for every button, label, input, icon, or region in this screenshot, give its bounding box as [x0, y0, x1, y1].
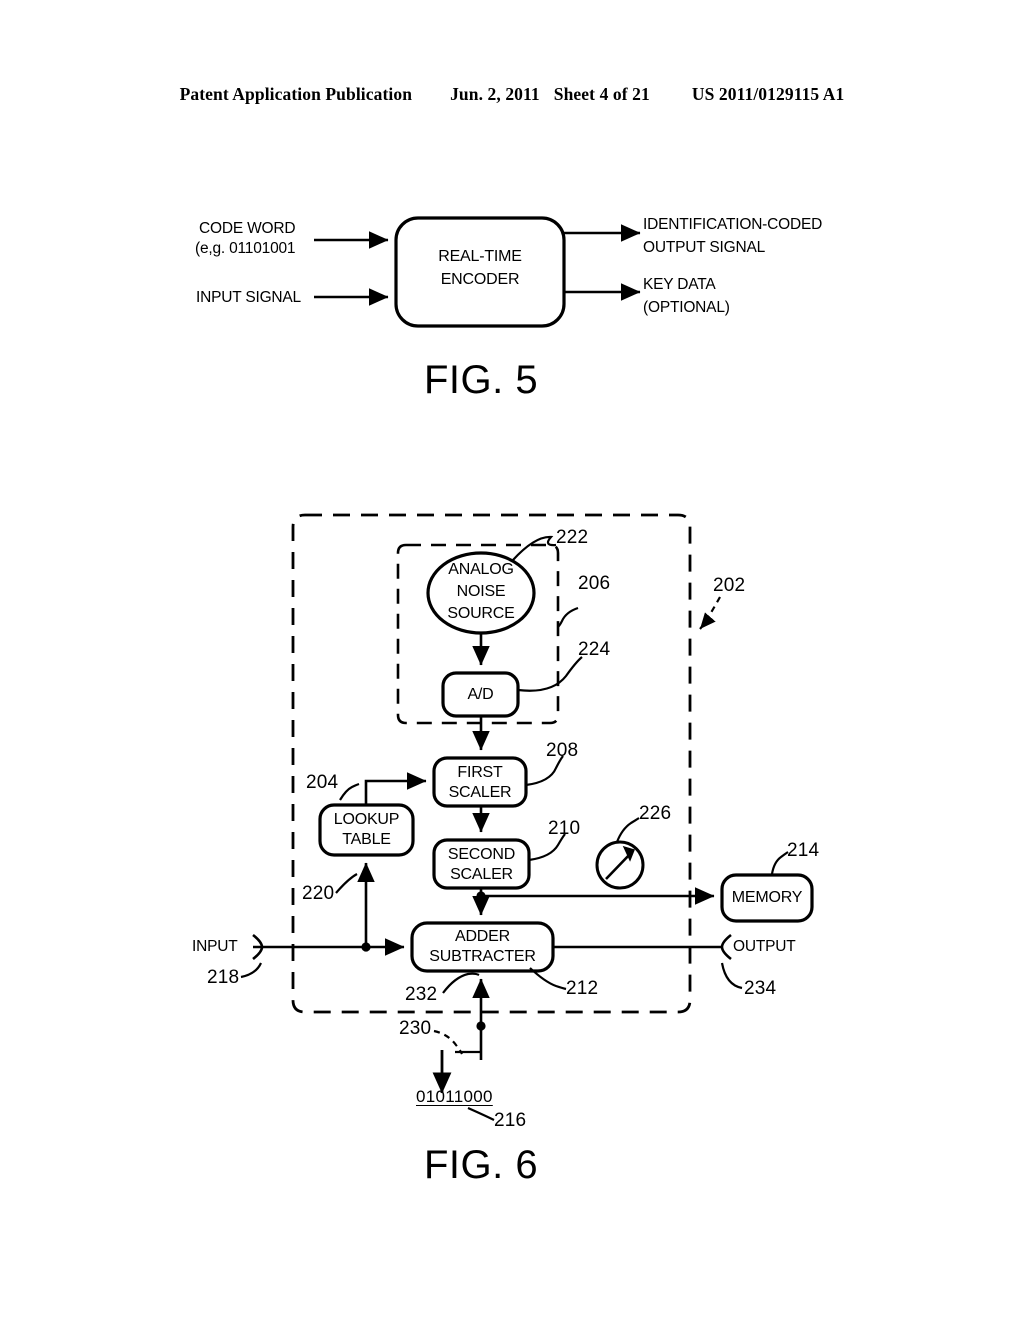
ref-226: 226	[639, 803, 672, 824]
fig6-noise-source-label-line2: NOISE	[456, 583, 506, 600]
fig6-output-port-label: OUTPUT	[733, 938, 796, 955]
fig6-first-scaler-label-line2: SCALER	[448, 784, 512, 801]
leader-222	[512, 535, 557, 561]
input-port-bracket	[252, 933, 264, 961]
ref-202: 202	[713, 575, 746, 596]
fig6-second-scaler-label-line2: SCALER	[450, 866, 513, 883]
ref-230: 230	[399, 1018, 432, 1039]
leader-220	[335, 873, 358, 894]
fig6-memory-label: MEMORY	[731, 889, 803, 906]
fig6-code-word: 01011000	[416, 1087, 493, 1106]
ref-232: 232	[405, 984, 438, 1005]
fig5-key-data-label-line1: KEY DATA	[643, 276, 716, 293]
fig6-lookup-table-label-line1: LOOKUP	[333, 811, 400, 828]
leader-206	[557, 606, 579, 628]
fig6-noise-source-label-line3: SOURCE	[447, 605, 515, 622]
header-publication: Patent Application Publication	[179, 84, 413, 104]
fig6-adder-label-line2: SUBTRACTER	[429, 948, 536, 965]
fig6-second-scaler-label-line1: SECOND	[447, 846, 516, 863]
fig6-meter-shape	[595, 840, 645, 890]
fig6-adder-label-line1: ADDER	[454, 928, 510, 945]
page-header: Patent Application Publication Jun. 2, 2…	[0, 84, 1024, 105]
ref-218: 218	[207, 967, 240, 988]
fig5-input-signal-label: INPUT SIGNAL	[196, 289, 301, 306]
ref-204: 204	[306, 772, 339, 793]
fig6-noise-source-label-line1: ANALOG	[448, 561, 514, 578]
ref-208: 208	[546, 740, 579, 761]
leader-232	[442, 972, 480, 994]
ref-210: 210	[548, 818, 581, 839]
ref-220: 220	[302, 883, 335, 904]
ref-234: 234	[744, 978, 777, 999]
fig6-meter-needle	[605, 852, 632, 880]
ref-216: 216	[494, 1110, 527, 1131]
leader-202	[699, 596, 721, 630]
leader-214	[770, 851, 789, 875]
fig6-lookup-table-label-line2: TABLE	[342, 831, 391, 848]
ref-212: 212	[566, 978, 599, 999]
fig6-first-scaler-label-line1: FIRST	[457, 764, 503, 781]
header-date: Jun. 2, 2011	[450, 84, 540, 104]
ref-222: 222	[556, 527, 589, 548]
fig5-output-signal-label-line2: OUTPUT SIGNAL	[643, 239, 765, 256]
ref-214: 214	[787, 840, 820, 861]
leader-218	[240, 962, 263, 979]
output-port-bracket	[720, 933, 732, 961]
fig5-output-signal-label-line1: IDENTIFICATION-CODED	[643, 216, 823, 233]
leader-216	[467, 1106, 495, 1121]
header-sheet: Sheet 4 of 21	[553, 84, 650, 104]
fig6-caption: FIG. 6	[424, 1143, 539, 1187]
leader-212	[529, 967, 567, 991]
fig6-input-port-label: INPUT	[192, 938, 238, 955]
fig5-caption: FIG. 5	[424, 358, 539, 402]
ref-206: 206	[578, 573, 611, 594]
fig6-ad-label: A/D	[467, 686, 494, 703]
ref-224: 224	[578, 639, 611, 660]
fig5-codeword-label-line1: CODE WORD	[199, 220, 296, 237]
leader-226	[615, 817, 640, 843]
leader-230	[433, 1029, 463, 1055]
leader-204	[339, 782, 360, 801]
leader-224	[517, 656, 583, 692]
header-patent-number: US 2011/0129115 A1	[691, 84, 845, 104]
fig5-codeword-label-line2: (e,g. 01101001	[195, 240, 296, 257]
fig5-encoder-label-line2: ENCODER	[440, 271, 520, 288]
fig5-key-data-label-line2: (OPTIONAL)	[643, 299, 730, 316]
leader-234	[720, 962, 743, 990]
fig5-encoder-label-line1: REAL-TIME	[438, 248, 522, 265]
